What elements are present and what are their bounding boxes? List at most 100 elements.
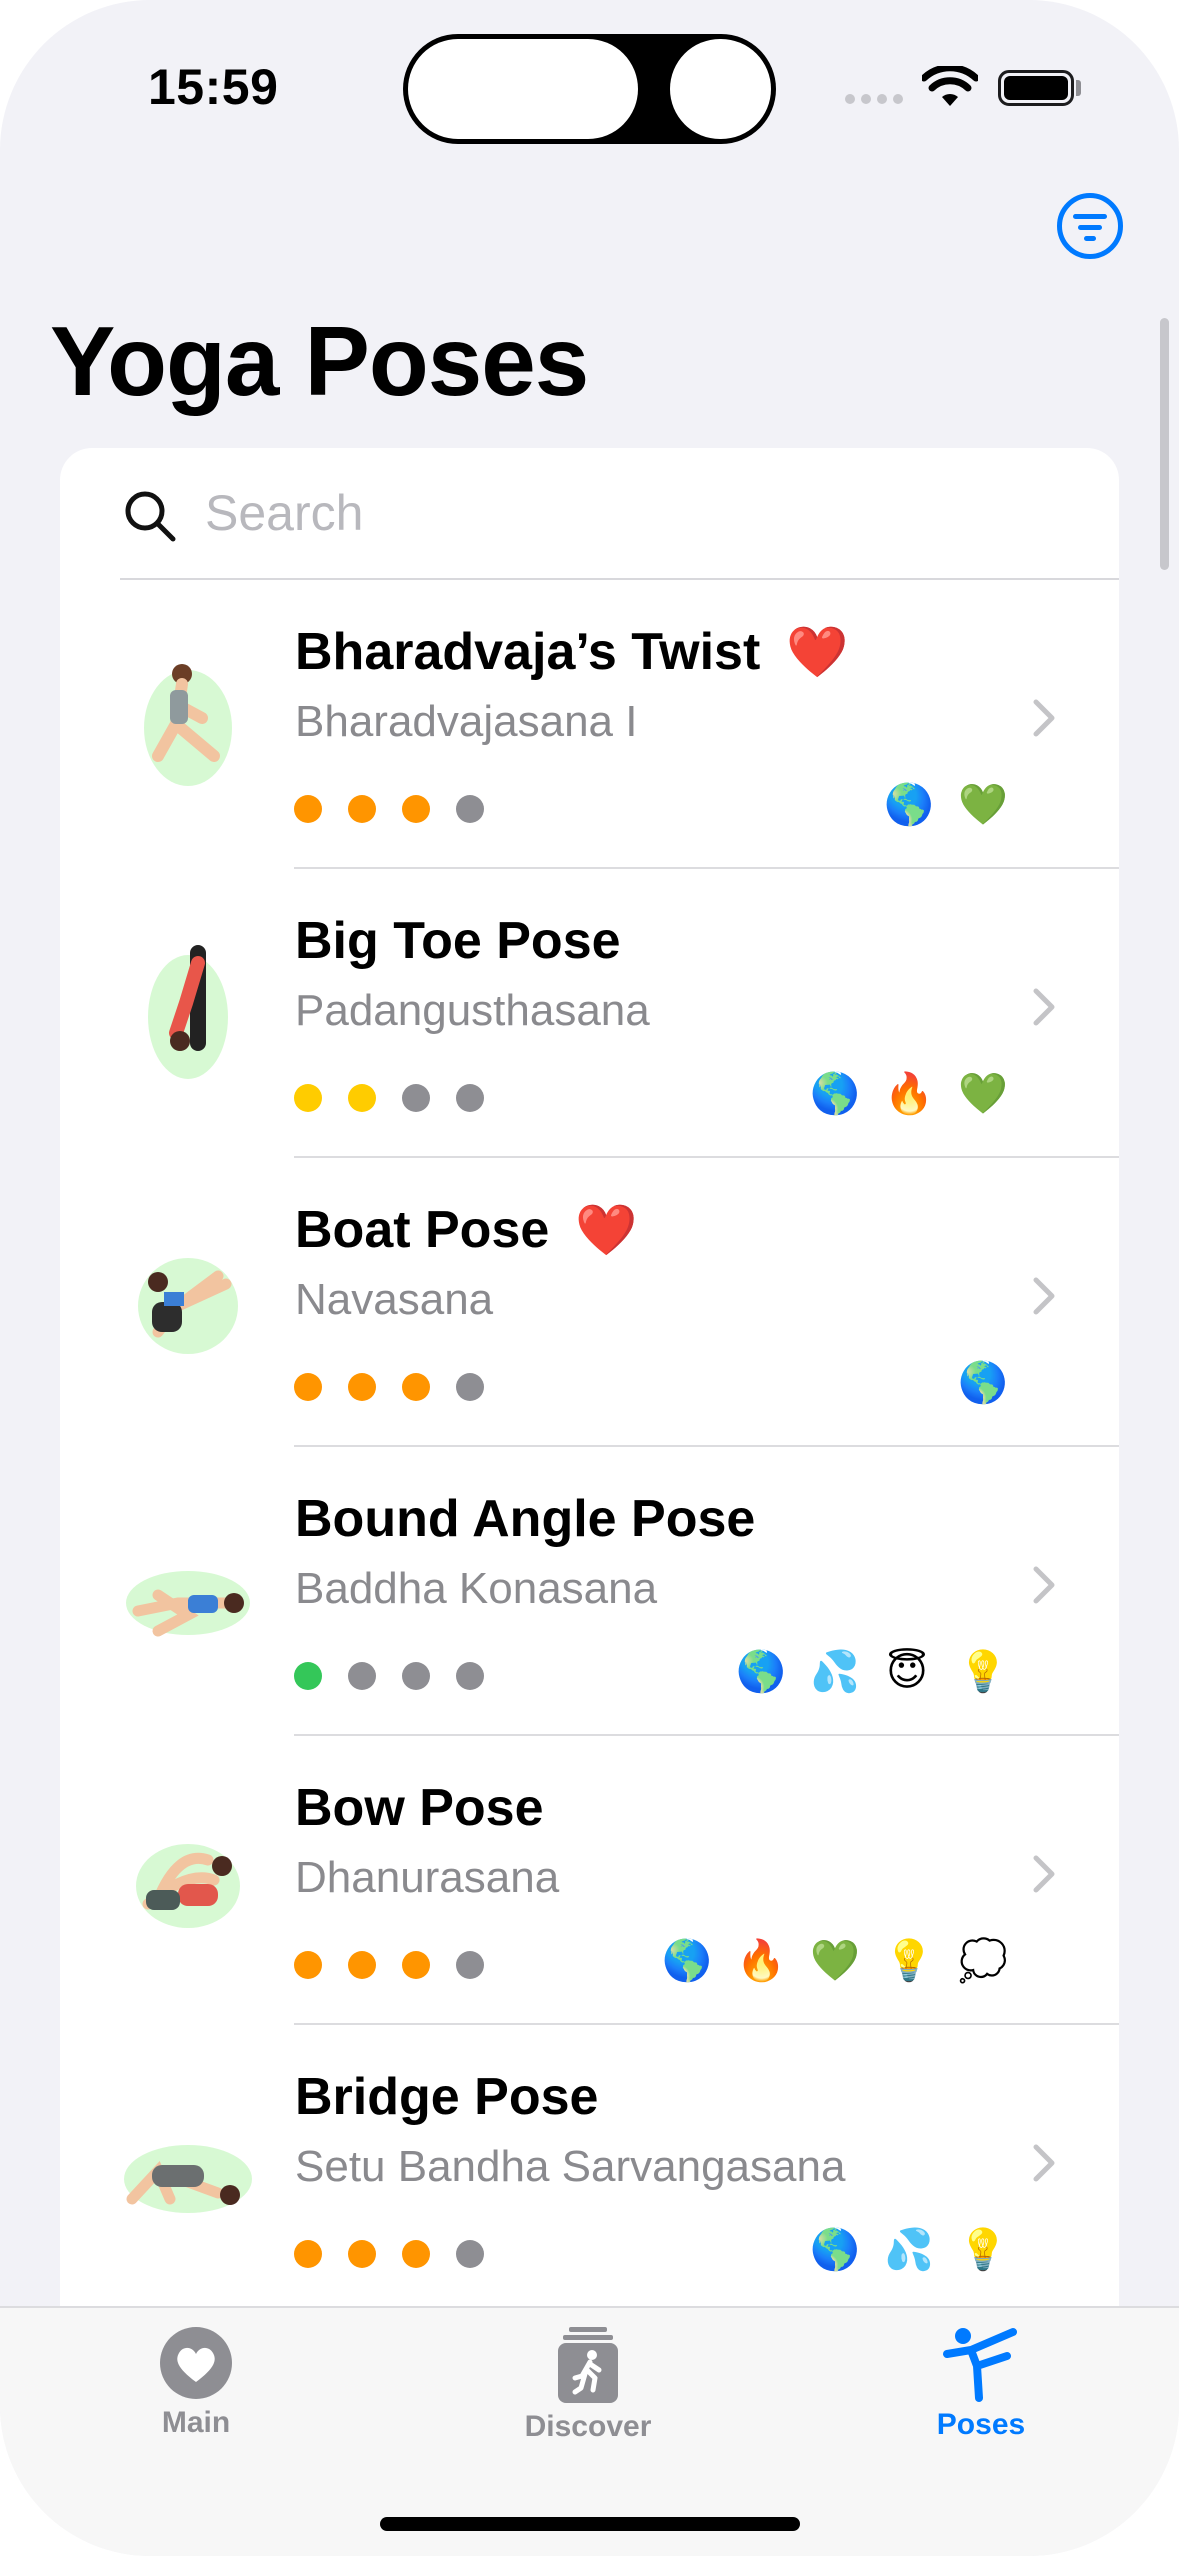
pose-sanskrit-name: Navasana <box>295 1275 494 1324</box>
pose-badges: 🌎 💦 💡 <box>810 2225 1008 2275</box>
pose-row[interactable]: Bharadvaja’s Twist ❤️ Bharadvajasana I 🌎 💚 <box>60 580 1119 869</box>
pose-sanskrit-name: Baddha Konasana <box>295 1564 658 1613</box>
pose-badge: 🌎 <box>810 2228 860 2272</box>
level-dot <box>348 795 376 823</box>
pose-badges: 🌎 💚 <box>884 780 1008 830</box>
scroll-indicator[interactable] <box>1160 318 1169 570</box>
level-dot <box>402 1373 430 1401</box>
search-input[interactable] <box>205 478 1055 548</box>
pose-badge: 🌎 <box>884 783 934 827</box>
level-dot <box>456 1662 484 1690</box>
level-dot <box>456 1084 484 1112</box>
pose-thumbnail <box>148 945 228 1079</box>
tab-label-discover: Discover <box>524 2410 652 2443</box>
poses-list-card: Bharadvaja’s Twist❤️ Bharadvajasana I 🌎💚… <box>60 448 1119 2348</box>
favorite-heart-icon: ❤️ <box>575 1202 638 1258</box>
level-dot <box>294 1373 322 1401</box>
level-dot <box>348 1951 376 1979</box>
pose-row[interactable]: Bound Angle Pose Baddha Konasana 🌎 💦 😇 💡 <box>60 1447 1119 1736</box>
figure-yoga-icon <box>943 2328 1017 2402</box>
figure-run-square-stack-icon <box>558 2327 618 2403</box>
search-icon <box>125 491 176 542</box>
pose-sanskrit-name: Dhanurasana <box>295 1853 560 1902</box>
level-dot <box>294 2240 322 2268</box>
phone-screen: 15:59 Yoga Poses Bharadvaja’s Twist ❤️ <box>0 0 1179 2556</box>
pose-sanskrit-name: Bharadvajasana I <box>295 697 638 746</box>
pose-row[interactable]: Big Toe Pose Padangusthasana 🌎 🔥 💚 <box>60 869 1119 1158</box>
level-dot <box>456 2240 484 2268</box>
pose-badge: 🔥 <box>884 1072 934 1116</box>
level-dot <box>402 1951 430 1979</box>
pose-badge: 💡 <box>958 2228 1008 2272</box>
pose-badge: 🌎 <box>810 1072 860 1116</box>
chevron-right-icon <box>1033 1277 1055 1315</box>
level-dot <box>348 1373 376 1401</box>
pose-thumbnail <box>138 1258 238 1354</box>
pose-badge: 💡 <box>958 1650 1008 1694</box>
pose-badge: 🌎 <box>662 1939 712 1983</box>
pose-name: Bridge Pose <box>295 2068 599 2126</box>
pose-badge: 💭 <box>958 1939 1008 1983</box>
pose-badges: 🌎 <box>958 1358 1008 1408</box>
level-dot <box>402 2240 430 2268</box>
heart-circle-icon <box>160 2327 232 2399</box>
level-dot <box>294 1084 322 1112</box>
difficulty-dots <box>294 1084 484 1112</box>
level-dot <box>402 1662 430 1690</box>
level-dot <box>348 1662 376 1690</box>
tab-label-main: Main <box>161 2406 231 2439</box>
pose-row[interactable]: Boat Pose ❤️ Navasana 🌎 <box>60 1158 1119 1447</box>
pose-sanskrit-name: Padangusthasana <box>295 986 650 1035</box>
pose-name: Big Toe Pose <box>295 912 621 970</box>
filter-button[interactable] <box>1057 193 1123 259</box>
tab-poses[interactable]: Poses <box>871 2326 1091 2442</box>
pose-name: Bound Angle Pose <box>295 1490 756 1548</box>
tab-label-poses: Poses <box>936 2408 1026 2441</box>
difficulty-dots <box>294 1662 484 1690</box>
tab-main[interactable]: Main <box>86 2326 306 2440</box>
status-time: 15:59 <box>148 59 279 115</box>
difficulty-dots <box>294 2240 484 2268</box>
pose-name: Bow Pose <box>295 1779 544 1837</box>
pose-thumbnail <box>124 2145 252 2213</box>
level-dot <box>402 1084 430 1112</box>
chevron-right-icon <box>1033 1566 1055 1604</box>
pose-badge: 💚 <box>958 783 1008 827</box>
pose-badge: 🔥 <box>736 1939 786 1983</box>
home-indicator <box>380 2517 800 2531</box>
pose-row[interactable]: Bridge Pose Setu Bandha Sarvangasana 🌎 💦 💡 <box>60 2025 1119 2314</box>
pose-badge: 💦 <box>810 1650 860 1694</box>
level-dot <box>348 1084 376 1112</box>
level-dot <box>456 1373 484 1401</box>
pose-thumbnail <box>144 664 232 786</box>
wifi-icon <box>922 66 978 106</box>
chevron-right-icon <box>1033 699 1055 737</box>
level-dot <box>348 2240 376 2268</box>
pose-thumbnail <box>126 1571 250 1637</box>
page-title: Yoga Poses <box>50 306 589 416</box>
pose-row[interactable]: Bow Pose Dhanurasana 🌎 🔥 💚 💡 💭 <box>60 1736 1119 2025</box>
pose-name: Boat Pose <box>295 1201 550 1259</box>
level-dot <box>402 795 430 823</box>
battery-icon <box>998 70 1074 106</box>
pose-badge: 💚 <box>810 1939 860 1983</box>
level-dot <box>294 1662 322 1690</box>
level-dot <box>456 795 484 823</box>
pose-badge: 💚 <box>958 1072 1008 1116</box>
favorite-heart-icon: ❤️ <box>786 624 849 680</box>
signal-dots-icon <box>845 94 903 104</box>
tab-discover[interactable]: Discover <box>478 2326 698 2444</box>
chevron-right-icon <box>1033 1855 1055 1893</box>
pose-badge: 🌎 <box>736 1650 786 1694</box>
pose-list: Bharadvaja’s Twist ❤️ Bharadvajasana I 🌎 💚… <box>60 580 1119 2314</box>
level-dot <box>294 1951 322 1979</box>
difficulty-dots <box>294 1951 484 1979</box>
chevron-right-icon <box>1033 2144 1055 2182</box>
pose-badge: 🌎 <box>958 1361 1008 1405</box>
difficulty-dots <box>294 795 484 823</box>
pose-badge: 😇 <box>886 1650 928 1694</box>
pose-thumbnail <box>136 1844 240 1928</box>
level-dot <box>456 1951 484 1979</box>
pose-badges: 🌎 🔥 💚 💡 💭 <box>662 1936 1008 1986</box>
chevron-right-icon <box>1033 988 1055 1026</box>
